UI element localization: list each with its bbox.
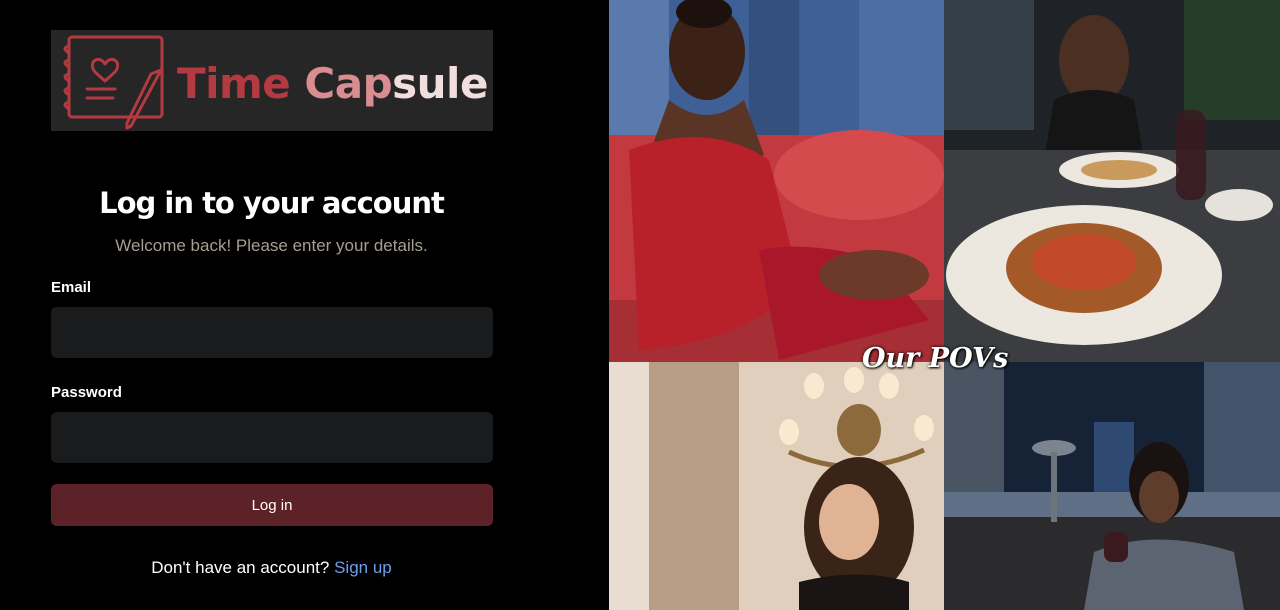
- email-field[interactable]: [51, 307, 493, 358]
- woman-in-red-dress-photo: [609, 0, 944, 362]
- brand-name: Time Capsule: [177, 59, 488, 108]
- password-label: Password: [51, 384, 122, 401]
- brand-logo: Time Capsule: [51, 30, 493, 131]
- signup-link[interactable]: Sign up: [334, 558, 392, 577]
- collage-caption: Our POVs: [862, 343, 1009, 374]
- login-button[interactable]: Log in: [51, 484, 493, 526]
- email-label: Email: [51, 279, 92, 296]
- signup-row: Don't have an account? Sign up: [0, 558, 543, 578]
- password-field[interactable]: [51, 412, 493, 463]
- photo-collage: [609, 0, 1280, 610]
- page-subtitle: Welcome back! Please enter your details.: [115, 236, 428, 255]
- dinner-plate-photo: [944, 0, 1280, 362]
- login-panel: Time Capsule Log in to your account Welc…: [0, 0, 609, 610]
- signup-prompt: Don't have an account?: [151, 558, 330, 577]
- chandelier-portrait-photo: [609, 362, 944, 610]
- page-title: Log in to your account: [99, 186, 445, 220]
- rooftop-drink-photo: [944, 362, 1280, 610]
